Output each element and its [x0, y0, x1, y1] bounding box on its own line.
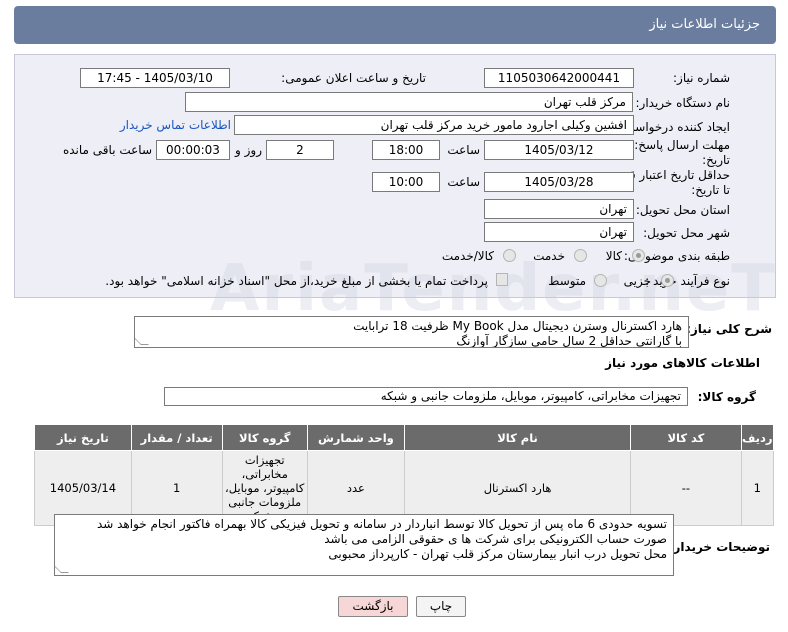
validity-date-field: 1405/03/28 — [484, 172, 634, 192]
province-label: استان محل تحویل: — [635, 203, 730, 217]
print-button[interactable]: چاپ — [416, 596, 466, 617]
announce-date-field: 1405/03/10 - 17:45 — [80, 68, 230, 88]
hours-remaining-field: 00:00:03 — [156, 140, 230, 160]
description-line-1: هارد اکسترنال وسترن دیجیتال مدل My Book … — [353, 319, 682, 333]
goods-group-label: گروه کالا: — [697, 390, 756, 404]
page-header: جزئیات اطلاعات نیاز — [14, 6, 776, 44]
creator-field: افشین وکیلی اجارود مامور خرید مرکز قلب ت… — [234, 115, 634, 135]
purchase-minor-radio[interactable] — [661, 274, 674, 287]
description-textarea: هارد اکسترنال وسترن دیجیتال مدل My Book … — [134, 316, 689, 348]
buyer-org-label: نام دستگاه خریدار: — [635, 96, 731, 110]
buyer-notes-line-2: صورت حساب الکترونیکی برای شرکت ها ی حقوق… — [324, 532, 667, 546]
buyer-notes-label: توضیحات خریدار: — [668, 540, 770, 554]
col-unit-header: واحد شمارش — [306, 424, 405, 451]
category-both-radio[interactable] — [503, 249, 516, 262]
col-date-header: تاریخ نیاز — [34, 424, 132, 451]
category-goods-radio[interactable] — [632, 249, 645, 262]
send-date-field: 1405/03/12 — [484, 140, 634, 160]
treasury-payment-note: پرداخت تمام یا بخشی از مبلغ خرید،از محل … — [105, 274, 488, 288]
send-time-field: 18:00 — [372, 140, 440, 160]
buyer-notes-textarea: تسویه حدودی 6 ماه پس از تحویل کالا توسط … — [54, 514, 674, 576]
goods-table: ردیف کد کالا نام کالا واحد شمارش گروه کا… — [34, 424, 775, 526]
send-deadline-date-label: تاریخ: — [702, 153, 730, 167]
cell-row: 1 — [740, 450, 775, 526]
goods-group-field: تجهیزات مخابراتی، کامپیوتر، موبایل، ملزو… — [164, 387, 688, 406]
purchase-medium-radio[interactable] — [594, 274, 607, 287]
need-number-field: 1105030642000441 — [484, 68, 634, 88]
back-button[interactable]: بازگشت — [338, 596, 408, 617]
city-field: تهران — [484, 222, 634, 242]
city-label: شهر محل تحویل: — [643, 226, 730, 240]
validity-time-label: ساعت — [447, 175, 480, 189]
col-row-header: ردیف — [740, 424, 775, 451]
description-line-2: با گارانتی حداقل 2 سال حامی سازگار آوازن… — [456, 334, 682, 348]
category-goods-label: کالا — [605, 249, 622, 263]
validity-time-field: 10:00 — [372, 172, 440, 192]
category-both-label: کالا/خدمت — [441, 249, 494, 263]
col-group-header: گروه کالا — [221, 424, 308, 451]
table-header-row: ردیف کد کالا نام کالا واحد شمارش گروه کا… — [34, 424, 775, 451]
col-code-header: کد کالا — [630, 424, 742, 451]
price-validity-date-label: تا تاریخ: — [691, 183, 730, 197]
description-label: شرح کلی نیاز: — [686, 322, 772, 336]
send-time-label: ساعت — [447, 143, 480, 157]
days-remaining-field: 2 — [266, 140, 334, 160]
send-deadline-label: مهلت ارسال پاسخ: تا — [623, 138, 730, 152]
need-number-label: شماره نیاز: — [673, 71, 730, 85]
buyer-notes-line-1: تسویه حدودی 6 ماه پس از تحویل کالا توسط … — [96, 517, 667, 531]
province-field: تهران — [484, 199, 634, 219]
days-label: روز و — [235, 143, 262, 157]
creator-label: ایجاد کننده درخواست: — [619, 120, 730, 134]
remaining-label: ساعت باقی مانده — [62, 143, 152, 157]
buyer-org-field: مرکز قلب تهران — [185, 92, 633, 112]
purchase-type-label: نوع فرآیند خرید : — [645, 274, 730, 288]
announce-date-label: تاریخ و ساعت اعلان عمومی: — [281, 71, 426, 85]
purchase-minor-label: جزیی — [623, 274, 651, 288]
treasury-payment-checkbox[interactable] — [496, 273, 508, 286]
category-service-label: خدمت — [533, 249, 565, 263]
buyer-contact-link[interactable]: اطلاعات تماس خریدار — [120, 118, 231, 132]
category-service-radio[interactable] — [574, 249, 587, 262]
purchase-medium-label: متوسط — [548, 274, 586, 288]
col-name-header: نام کالا — [403, 424, 632, 451]
goods-info-title: اطلاعات کالاهای مورد نیاز — [605, 356, 760, 370]
buyer-notes-line-3: محل تحویل درب انبار بیمارستان مرکز قلب ت… — [328, 547, 667, 561]
col-qty-header: تعداد / مقدار — [130, 424, 223, 451]
page-title: جزئیات اطلاعات نیاز — [649, 17, 760, 32]
resize-grip-icon[interactable] — [55, 565, 69, 573]
